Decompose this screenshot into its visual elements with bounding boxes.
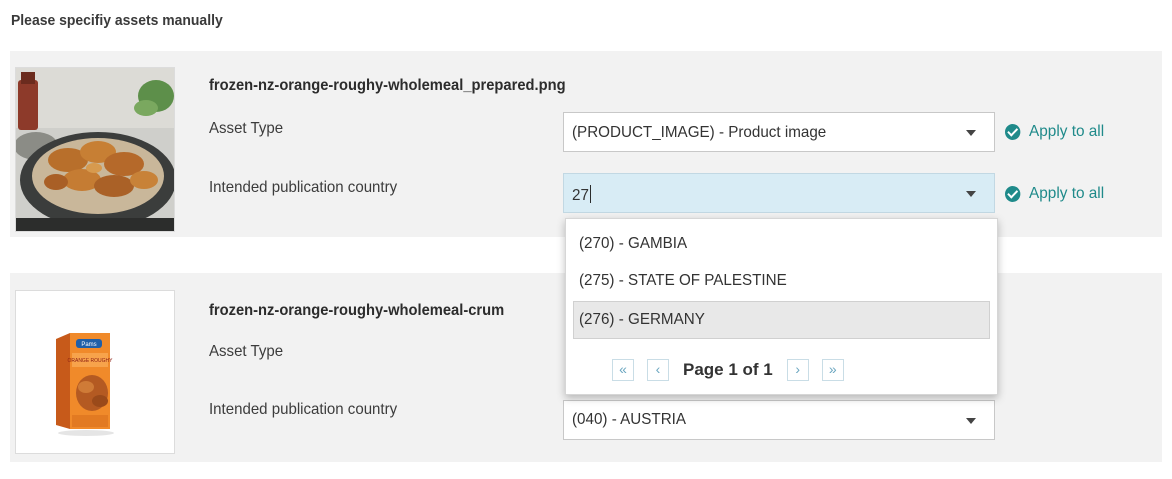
prev-page-button[interactable]: ‹ <box>647 359 669 381</box>
dropdown-option-selected[interactable]: (276) - GERMANY <box>573 301 990 339</box>
product-package-image: Pams ORANGE ROUGHY <box>16 291 174 453</box>
page-indicator: Page 1 of 1 <box>683 360 773 379</box>
asset-thumbnail-food-photo[interactable] <box>15 67 175 232</box>
asset-type-label: Asset Type <box>209 120 284 137</box>
asset-type-label: Asset Type <box>209 343 284 360</box>
last-page-button[interactable]: » <box>821 359 844 381</box>
country-value: (040) - AUSTRIA <box>572 411 687 428</box>
apply-to-all-country[interactable]: Apply to all <box>1005 185 1104 203</box>
dropdown-pager: « ‹ Page 1 of 1 › » <box>612 357 844 383</box>
dropdown-option[interactable]: (270) - GAMBIA <box>573 225 990 263</box>
asset-filename: frozen-nz-orange-roughy-wholemeal-crum <box>209 302 505 319</box>
asset-thumbnail-package[interactable]: Pams ORANGE ROUGHY <box>15 290 175 454</box>
package-product-name: ORANGE ROUGHY <box>67 358 113 364</box>
asset-filename: frozen-nz-orange-roughy-wholemeal_prepar… <box>209 77 566 94</box>
apply-to-all-asset-type[interactable]: Apply to all <box>1005 123 1104 141</box>
apply-to-all-label: Apply to all <box>1029 123 1105 140</box>
next-page-button[interactable]: › <box>786 359 809 381</box>
apply-to-all-label: Apply to all <box>1029 185 1105 202</box>
publication-country-label: Intended publication country <box>209 401 398 418</box>
check-circle-icon <box>1005 124 1021 140</box>
asset-type-select[interactable]: (PRODUCT_IMAGE) - Product image <box>563 112 995 152</box>
dropdown-option[interactable]: (275) - STATE OF PALESTINE <box>573 262 990 300</box>
check-circle-icon <box>1005 186 1021 202</box>
publication-country-input[interactable]: 27 <box>563 173 995 213</box>
country-dropdown-list: (270) - GAMBIA (275) - STATE OF PALESTIN… <box>565 218 998 395</box>
chevron-down-icon[interactable] <box>966 418 976 424</box>
first-page-button[interactable]: « <box>612 359 634 381</box>
country-search-text[interactable]: 27 <box>572 185 591 205</box>
asset-card-1: frozen-nz-orange-roughy-wholemeal_prepar… <box>10 51 1162 237</box>
text-cursor <box>589 185 591 203</box>
publication-country-label: Intended publication country <box>209 179 398 196</box>
page-heading: Please specifiy assets manually <box>11 12 223 29</box>
fried-fish-photo <box>16 68 174 231</box>
package-brand: Pams <box>81 342 96 348</box>
chevron-down-icon[interactable] <box>966 130 976 136</box>
asset-type-value: (PRODUCT_IMAGE) - Product image <box>572 124 827 141</box>
publication-country-select[interactable]: (040) - AUSTRIA <box>563 400 995 440</box>
chevron-down-icon[interactable] <box>966 191 976 197</box>
